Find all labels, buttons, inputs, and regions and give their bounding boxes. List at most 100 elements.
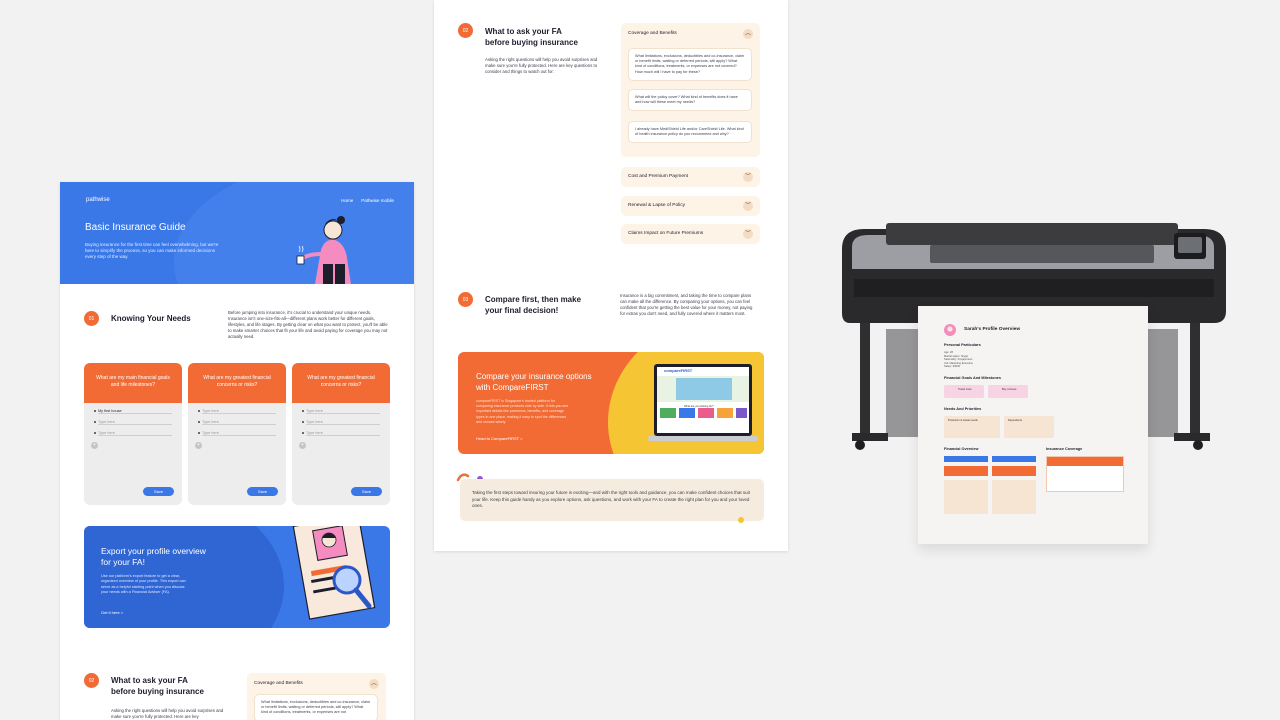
export-body: Use our platform's export feature to get… (101, 574, 186, 595)
section-number-badge: 01 (84, 311, 99, 326)
card-input[interactable]: Type here (94, 431, 172, 436)
overview-card (944, 480, 988, 514)
head-to-comparefirst-link[interactable]: Head to CompareFIRST > (476, 436, 523, 441)
card-input[interactable]: Type here (198, 409, 276, 414)
financial-overview-heading: Financial Overview (944, 447, 979, 451)
banner-body: compareFIRST is Singapore's trusted plat… (476, 399, 569, 424)
overview-bar (992, 466, 1036, 476)
question-card: I already have MediShield Life and/or Ca… (628, 121, 752, 144)
printout-title: Sarah's Profile Overview (964, 327, 1021, 332)
goal-chip: Buy a house (988, 385, 1028, 398)
card-input[interactable]: Type here (198, 420, 276, 425)
concern-card: What are my greatest financial concerns … (188, 363, 286, 505)
card-input[interactable]: Type here (94, 420, 172, 425)
question-card: What limitations, exclusions, deductible… (628, 48, 752, 81)
personal-heading: Personal Particulars (944, 343, 981, 347)
nav-home-link[interactable]: Home (341, 198, 353, 203)
woman-drinking-coffee-illustration (296, 216, 351, 284)
coverage-accordion: Coverage and Benefits ︿ What limitations… (621, 23, 760, 157)
overview-bar (944, 456, 988, 462)
accordion-row-cost[interactable]: Cost and Premium Payment ﹀ (621, 167, 760, 187)
goal-chip-label: Buy a house (1002, 388, 1017, 391)
section-title-line2: your final decision! (485, 306, 559, 315)
goal-chip: Travel more (944, 385, 984, 398)
accordion-title[interactable]: Coverage and Benefits (254, 681, 303, 686)
chevron-down-icon[interactable]: ﹀ (743, 201, 753, 211)
section-title-line1: Compare first, then make (485, 295, 582, 304)
laptop-mockup: compareFIRST What are you looking for? (648, 360, 758, 446)
needs-heading: Needs And Priorities (944, 407, 982, 411)
card-question: What are my greatest financial concerns … (292, 363, 390, 403)
chevron-up-icon[interactable]: ︿ (369, 679, 379, 689)
accordion-row-renewal[interactable]: Renewal & Lapse of Policy ﹀ (621, 196, 760, 216)
card-input[interactable]: Type here (198, 431, 276, 436)
section-body: Before jumping into insurance, it's cruc… (228, 310, 388, 339)
section-number-badge: 02 (458, 23, 473, 38)
needs-box-label: Dependents (1008, 419, 1022, 422)
needs-box: Dependents (1004, 416, 1054, 438)
add-line-icon[interactable]: + (195, 442, 202, 449)
pathwise-logo[interactable]: pathwise (86, 197, 110, 203)
page-title: Basic Insurance Guide (85, 222, 186, 233)
screen-tagline: What are you looking for? (684, 405, 714, 408)
guide-page-middle: 02 What to ask your FA before buying ins… (434, 0, 788, 551)
nav-mobile-link[interactable]: Pathwise mobile (361, 198, 394, 203)
add-line-icon[interactable]: + (299, 442, 306, 449)
insurance-coverage-heading: Insurance Coverage (1046, 447, 1083, 451)
question-card: What will the policy cover? What kind of… (628, 89, 752, 112)
card-input[interactable]: Type here (302, 431, 380, 436)
card-input[interactable]: My first house (94, 409, 172, 414)
chevron-down-icon[interactable]: ﹀ (743, 229, 753, 239)
top-nav: Home Pathwise mobile (341, 198, 394, 203)
card-question: What are my main financial goals and lif… (84, 363, 182, 403)
card-input[interactable]: Type here (302, 409, 380, 414)
coverage-card (1046, 456, 1124, 492)
accordion-row-claims[interactable]: Claims Impact on Future Premiums ﹀ (621, 224, 760, 244)
concern-card: What are my greatest financial concerns … (292, 363, 390, 505)
profile-document-magnifier-illustration (292, 526, 376, 620)
printed-profile-sheet: Sarah's Profile Overview Personal Partic… (918, 306, 1148, 544)
section-body: Insurance is a big commitment, and takin… (620, 293, 753, 316)
card-question: What are my greatest financial concerns … (188, 363, 286, 403)
closing-text: Taking the first steps toward insuring y… (472, 490, 750, 508)
section-number-badge: 03 (458, 292, 473, 307)
export-title: Export your profile overview for your FA… (101, 546, 206, 567)
accordion-title[interactable]: Coverage and Benefits (628, 31, 677, 36)
hero-banner: pathwise Home Pathwise mobile Basic Insu… (60, 182, 414, 284)
section-title-line1: What to ask your FA (111, 676, 188, 685)
goals-heading: Financial Goals And Milestones (944, 376, 1002, 380)
chevron-up-icon[interactable]: ︿ (743, 29, 753, 39)
needs-box: Protection & estate needs (944, 416, 1000, 438)
goal-card: What are my main financial goals and lif… (84, 363, 182, 505)
section-title-line1: What to ask your FA (485, 27, 562, 36)
avatar-icon (944, 324, 956, 336)
comparefirst-banner: Compare your insurance options with Comp… (458, 352, 764, 454)
save-button[interactable]: Save (351, 487, 382, 496)
overview-card (992, 480, 1036, 514)
banner-title: Compare your insurance options with Comp… (476, 372, 592, 392)
card-input[interactable]: Type here (302, 420, 380, 425)
chevron-down-icon[interactable]: ﹀ (743, 172, 753, 182)
coverage-accordion-preview: Coverage and Benefits ︿ What limitations… (247, 673, 386, 720)
section-body: Asking the right questions will help you… (485, 57, 598, 74)
add-line-icon[interactable]: + (91, 442, 98, 449)
save-button[interactable]: Save (143, 487, 174, 496)
section-title-line2: before buying insurance (111, 687, 204, 696)
get-it-here-link[interactable]: Get it here > (101, 610, 123, 615)
overview-bar (992, 456, 1036, 462)
decorative-dot-icon (738, 517, 744, 523)
overview-bar (944, 466, 988, 476)
goal-chip-label: Travel more (958, 388, 972, 391)
needs-box-label: Protection & estate needs (948, 419, 978, 422)
section-title-line2: before buying insurance (485, 38, 578, 47)
accordion-row-label: Cost and Premium Payment (628, 174, 688, 179)
export-profile-banner: Export your profile overview for your FA… (84, 526, 390, 628)
save-button[interactable]: Save (247, 487, 278, 496)
accordion-row-label: Renewal & Lapse of Policy (628, 203, 686, 208)
guide-page-left: pathwise Home Pathwise mobile Basic Insu… (60, 182, 414, 720)
section-number-badge: 02 (84, 673, 99, 688)
section-body: Asking the right questions will help you… (111, 708, 224, 719)
section-title: Knowing Your Needs (111, 314, 191, 323)
closing-note: Taking the first steps toward insuring y… (460, 479, 764, 521)
accordion-row-label: Claims Impact on Future Premiums (628, 231, 704, 236)
